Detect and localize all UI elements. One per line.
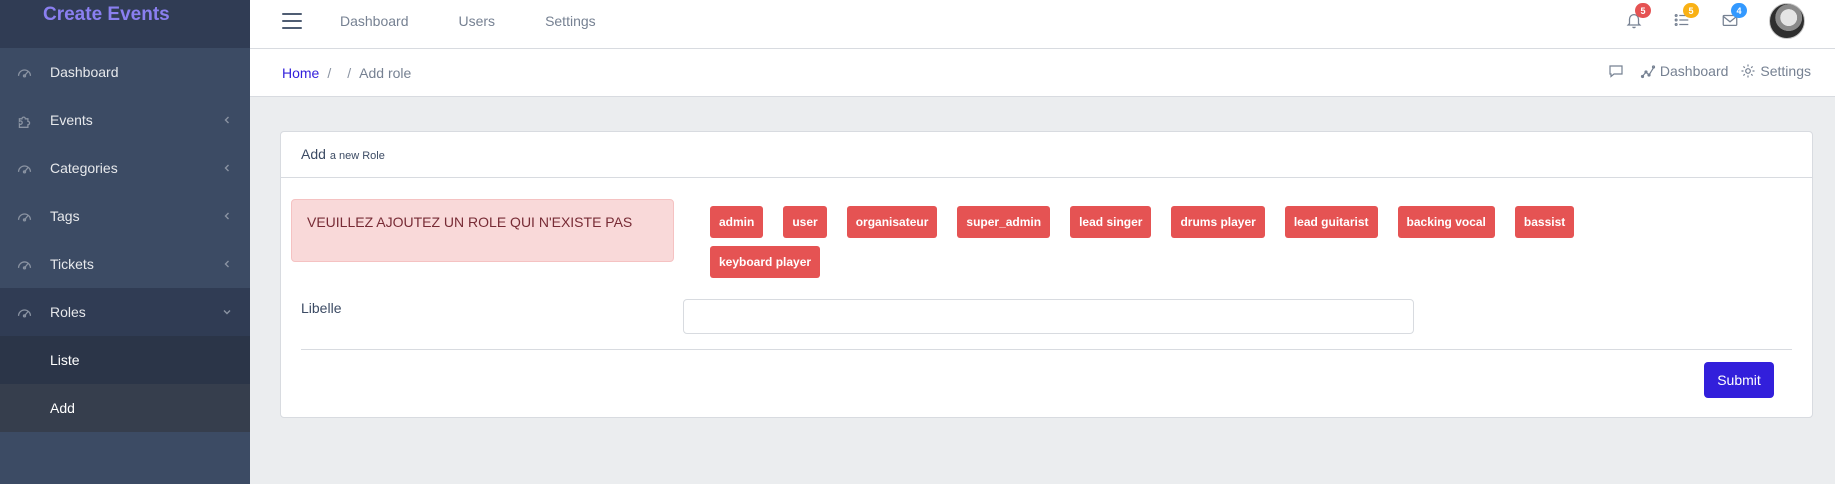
sidebar-item-dashboard[interactable]: Dashboard: [0, 48, 250, 96]
breadcrumb-separator: /: [347, 65, 352, 81]
sidebar-item-tags[interactable]: Tags: [0, 192, 250, 240]
chat-button[interactable]: [1608, 63, 1628, 79]
header-icons: 5 5 4: [1597, 0, 1805, 42]
speech-bubble-icon: [1609, 65, 1623, 78]
speedometer-icon: [14, 254, 34, 274]
top-nav-dashboard[interactable]: Dashboard: [340, 13, 409, 29]
puzzle-icon: [14, 110, 34, 130]
role-badge: organisateur: [846, 206, 938, 238]
sidebar-item-label: Categories: [50, 160, 118, 176]
warning-alert: VEUILLEZ AJOUTEZ UN ROLE QUI N'EXISTE PA…: [291, 199, 674, 262]
chevron-left-icon: [224, 212, 229, 220]
sidebar-item-label: Tags: [50, 208, 80, 224]
gear-icon: [1741, 64, 1755, 78]
top-nav: Dashboard Users Settings: [340, 0, 646, 42]
sidebar-item-label: Dashboard: [50, 64, 119, 80]
card-header: Add a new Role: [281, 132, 1812, 178]
breadcrumb-home[interactable]: Home: [282, 65, 319, 81]
messages-count-badge: 4: [1731, 3, 1747, 18]
libelle-label: Libelle: [301, 300, 342, 316]
top-nav-settings[interactable]: Settings: [545, 13, 596, 29]
graph-icon: [1640, 65, 1656, 79]
chevron-left-icon: [224, 164, 229, 172]
sidebar-item-label: Roles: [50, 304, 86, 320]
subheader-settings-link[interactable]: Settings: [1740, 63, 1811, 79]
sidebar-subitem-label: Add: [50, 400, 75, 416]
role-badge: admin: [710, 206, 764, 238]
subheader: Home / / Add role Dashboard Settings: [250, 49, 1835, 97]
sidebar-item-label: Tickets: [50, 256, 94, 272]
role-badge: lead guitarist: [1284, 206, 1378, 238]
sidebar-item-tickets[interactable]: Tickets: [0, 240, 250, 288]
card-subtitle: a new Role: [329, 150, 385, 162]
subheader-dashboard-link[interactable]: Dashboard: [1640, 63, 1729, 79]
libelle-input[interactable]: [683, 299, 1414, 334]
speedometer-icon: [14, 206, 34, 226]
breadcrumb-current: Add role: [359, 65, 412, 81]
brand-title: Create Events: [43, 4, 170, 25]
notification-count-badge: 5: [1635, 3, 1651, 18]
speedometer-icon: [14, 62, 34, 82]
breadcrumb-separator: /: [327, 65, 332, 81]
chevron-left-icon: [224, 260, 229, 268]
sidebar-item-categories[interactable]: Categories: [0, 144, 250, 192]
subheader-actions: Dashboard Settings: [1596, 63, 1811, 79]
notifications-button[interactable]: 5: [1625, 3, 1651, 31]
breadcrumb: Home / / Add role: [282, 65, 411, 81]
sidebar-subitem-liste[interactable]: Liste: [0, 336, 250, 384]
divider: [301, 349, 1792, 350]
chevron-left-icon: [224, 116, 229, 124]
role-badge: bassist: [1514, 206, 1575, 238]
subheader-settings-label: Settings: [1760, 63, 1811, 79]
sidebar-subitem-add[interactable]: Add: [0, 384, 250, 432]
brand[interactable]: Create Events: [0, 0, 250, 48]
speedometer-icon: [14, 302, 34, 322]
card-title: Add: [301, 146, 326, 162]
sidebar: Create Events Dashboard Events Categorie…: [0, 0, 250, 484]
role-badge: drums player: [1171, 206, 1265, 238]
sidebar-item-events[interactable]: Events: [0, 96, 250, 144]
role-badge: lead singer: [1070, 206, 1152, 238]
submit-button[interactable]: Submit: [1704, 362, 1774, 398]
existing-roles-list: admin user organisateur super_admin lead…: [710, 206, 1630, 286]
avatar[interactable]: [1769, 3, 1805, 39]
speedometer-icon: [14, 158, 34, 178]
top-nav-users[interactable]: Users: [459, 13, 496, 29]
sidebar-item-label: Events: [50, 112, 93, 128]
chevron-down-icon: [223, 310, 231, 315]
messages-button[interactable]: 4: [1721, 3, 1747, 31]
role-badge: super_admin: [957, 206, 1051, 238]
sidebar-item-roles[interactable]: Roles: [0, 288, 250, 336]
top-header: Dashboard Users Settings 5 5 4: [250, 0, 1835, 49]
subheader-dashboard-label: Dashboard: [1659, 63, 1729, 79]
role-badge: user: [783, 206, 827, 238]
sidebar-subitem-label: Liste: [50, 352, 80, 368]
role-badge: keyboard player: [710, 246, 821, 278]
tasks-count-badge: 5: [1683, 3, 1699, 18]
hamburger-menu-icon[interactable]: [282, 13, 302, 29]
role-badge: backing vocal: [1397, 206, 1495, 238]
add-role-card: Add a new Role VEUILLEZ AJOUTEZ UN ROLE …: [280, 131, 1813, 418]
tasks-button[interactable]: 5: [1673, 3, 1699, 31]
